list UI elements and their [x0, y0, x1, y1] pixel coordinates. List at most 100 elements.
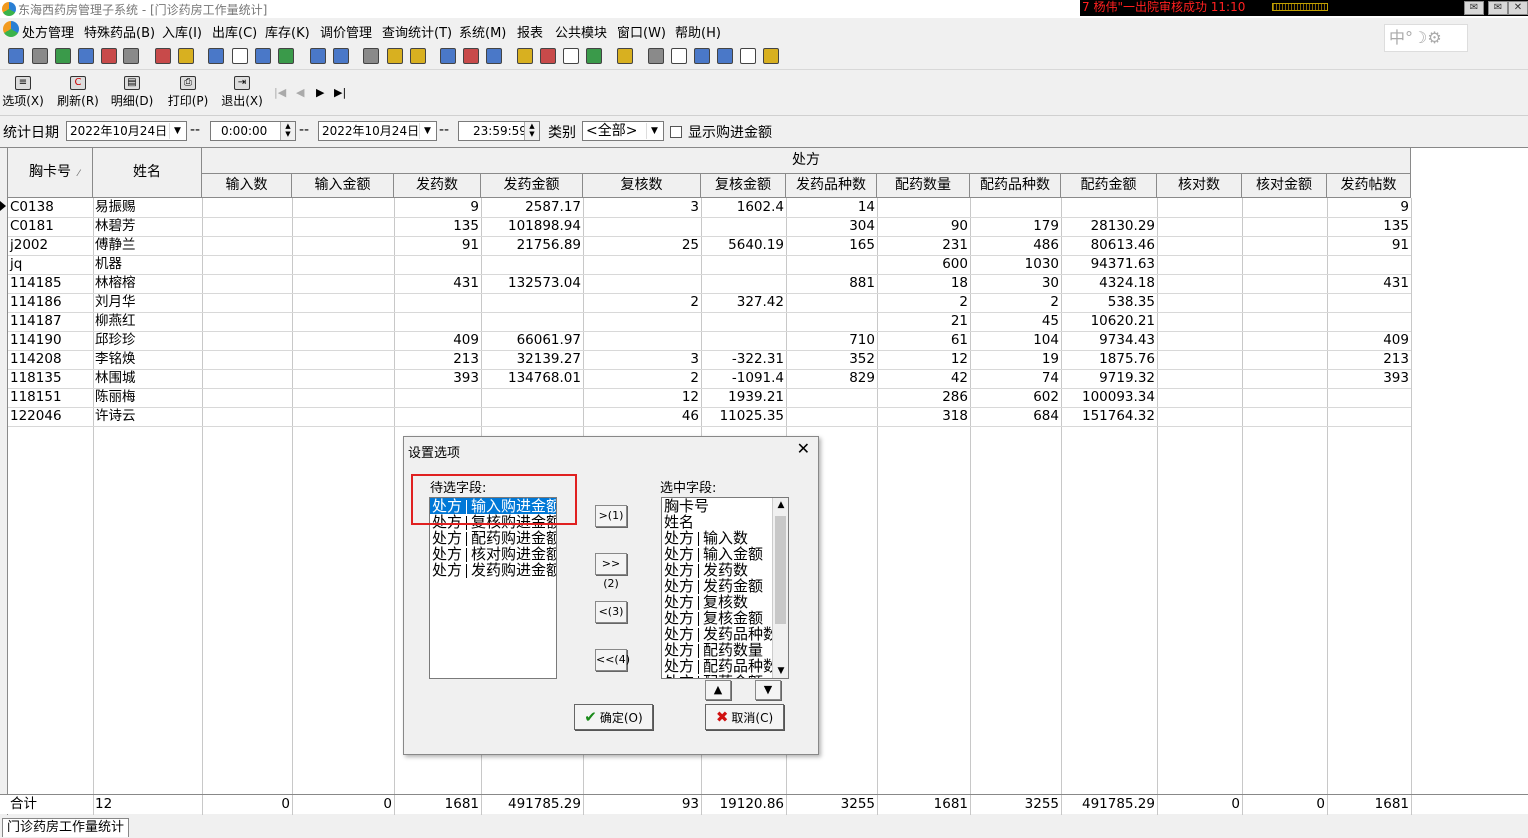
table-cell[interactable]	[394, 312, 481, 331]
table-cell[interactable]	[292, 293, 394, 312]
table-cell[interactable]: jq	[8, 255, 93, 274]
table-cell[interactable]: 14	[786, 198, 877, 217]
chevron-down-icon[interactable]: ▼	[419, 123, 435, 139]
table-cell[interactable]	[1157, 217, 1242, 236]
field-list-item[interactable]: 处方 发药品种数	[662, 626, 788, 642]
tool-icon[interactable]	[617, 48, 633, 64]
print-button[interactable]: ⎙ 打印(P)	[166, 76, 210, 114]
table-cell[interactable]: 42	[877, 369, 970, 388]
table-cell[interactable]: 94371.63	[1061, 255, 1157, 274]
table-cell[interactable]	[970, 198, 1061, 217]
window-tab[interactable]: 门诊药房工作量统计	[2, 818, 130, 837]
tool-icon[interactable]	[440, 48, 456, 64]
table-cell[interactable]: 710	[786, 331, 877, 350]
table-cell[interactable]	[583, 274, 701, 293]
table-cell[interactable]	[1242, 274, 1327, 293]
table-cell[interactable]	[701, 217, 786, 236]
search-icon[interactable]	[563, 48, 579, 64]
table-cell[interactable]: 100093.34	[1061, 388, 1157, 407]
table-cell[interactable]: 许诗云	[93, 407, 202, 426]
table-cell[interactable]	[202, 255, 292, 274]
table-cell[interactable]	[786, 293, 877, 312]
table-cell[interactable]	[1327, 407, 1411, 426]
table-cell[interactable]: 林碧芳	[93, 217, 202, 236]
column-header[interactable]: 发药金额	[481, 174, 583, 198]
table-cell[interactable]	[1157, 198, 1242, 217]
field-list-item[interactable]: 处方 配药购进金额	[430, 530, 556, 546]
table-cell[interactable]: 431	[394, 274, 481, 293]
scroll-thumb[interactable]	[775, 516, 786, 624]
table-cell[interactable]: 213	[1327, 350, 1411, 369]
table-cell[interactable]: 2587.17	[481, 198, 583, 217]
column-header[interactable]: 复核金额	[701, 174, 786, 198]
tool-icon[interactable]	[8, 48, 24, 64]
table-cell[interactable]	[202, 331, 292, 350]
show-purchase-checkbox[interactable]	[670, 126, 682, 138]
table-cell[interactable]: 179	[970, 217, 1061, 236]
table-cell[interactable]	[583, 255, 701, 274]
table-cell[interactable]	[1327, 312, 1411, 331]
table-cell[interactable]	[1242, 293, 1327, 312]
table-cell[interactable]: 李铭焕	[93, 350, 202, 369]
menu-inventory[interactable]: 库存(K)	[265, 22, 310, 41]
table-cell[interactable]	[701, 312, 786, 331]
table-cell[interactable]: 118135	[8, 369, 93, 388]
table-cell[interactable]: 213	[394, 350, 481, 369]
table-cell[interactable]	[394, 255, 481, 274]
tool-icon[interactable]	[763, 48, 779, 64]
table-cell[interactable]	[1242, 388, 1327, 407]
table-cell[interactable]	[1157, 236, 1242, 255]
table-cell[interactable]: 90	[877, 217, 970, 236]
table-cell[interactable]: 829	[786, 369, 877, 388]
field-list-item[interactable]: 处方 输入金额	[662, 546, 788, 562]
table-cell[interactable]	[292, 350, 394, 369]
table-cell[interactable]: 林榕榕	[93, 274, 202, 293]
table-cell[interactable]: 12	[583, 388, 701, 407]
menu-window[interactable]: 窗口(W)	[617, 22, 666, 41]
tool-icon[interactable]	[363, 48, 379, 64]
table-cell[interactable]: 486	[970, 236, 1061, 255]
column-header[interactable]: 输入金额	[292, 174, 394, 198]
table-cell[interactable]: 2	[877, 293, 970, 312]
tool-icon[interactable]	[463, 48, 479, 64]
table-cell[interactable]: 21	[877, 312, 970, 331]
column-header[interactable]: 输入数	[202, 174, 292, 198]
table-cell[interactable]	[877, 198, 970, 217]
table-cell[interactable]: 4324.18	[1061, 274, 1157, 293]
menu-query-stats[interactable]: 查询统计(T)	[382, 22, 452, 41]
field-list-item[interactable]: 处方 复核数	[662, 594, 788, 610]
table-cell[interactable]: 10620.21	[1061, 312, 1157, 331]
column-header[interactable]: 发药数	[394, 174, 481, 198]
table-cell[interactable]: 327.42	[701, 293, 786, 312]
column-header[interactable]: 配药品种数	[970, 174, 1061, 198]
table-cell[interactable]: 80613.46	[1061, 236, 1157, 255]
next-record-icon[interactable]: ▶	[316, 86, 324, 99]
date-to-picker[interactable]: 2022年10月24日 ▼	[318, 121, 437, 141]
chevron-down-icon[interactable]: ▼	[646, 123, 662, 139]
table-cell[interactable]: 431	[1327, 274, 1411, 293]
table-cell[interactable]: 118151	[8, 388, 93, 407]
scroll-down-icon[interactable]: ▼	[773, 664, 788, 678]
table-cell[interactable]: 9	[394, 198, 481, 217]
table-cell[interactable]	[1157, 369, 1242, 388]
table-cell[interactable]: 122046	[8, 407, 93, 426]
table-cell[interactable]	[1157, 293, 1242, 312]
table-cell[interactable]	[786, 407, 877, 426]
table-cell[interactable]: 柳燕红	[93, 312, 202, 331]
tool-icon[interactable]	[232, 48, 248, 64]
table-cell[interactable]: 陈丽梅	[93, 388, 202, 407]
menu-logo-icon[interactable]	[3, 21, 19, 37]
table-cell[interactable]: 21756.89	[481, 236, 583, 255]
table-cell[interactable]: 1875.76	[1061, 350, 1157, 369]
table-cell[interactable]	[583, 312, 701, 331]
table-cell[interactable]: 881	[786, 274, 877, 293]
table-cell[interactable]: 286	[877, 388, 970, 407]
table-cell[interactable]: 2	[583, 293, 701, 312]
table-cell[interactable]: 134768.01	[481, 369, 583, 388]
table-cell[interactable]	[1242, 369, 1327, 388]
table-cell[interactable]: 409	[394, 331, 481, 350]
add-all-button[interactable]: >>(2)	[595, 553, 627, 590]
column-header[interactable]: 核对金额	[1242, 174, 1327, 198]
table-cell[interactable]	[292, 255, 394, 274]
tool-icon[interactable]	[648, 48, 664, 64]
